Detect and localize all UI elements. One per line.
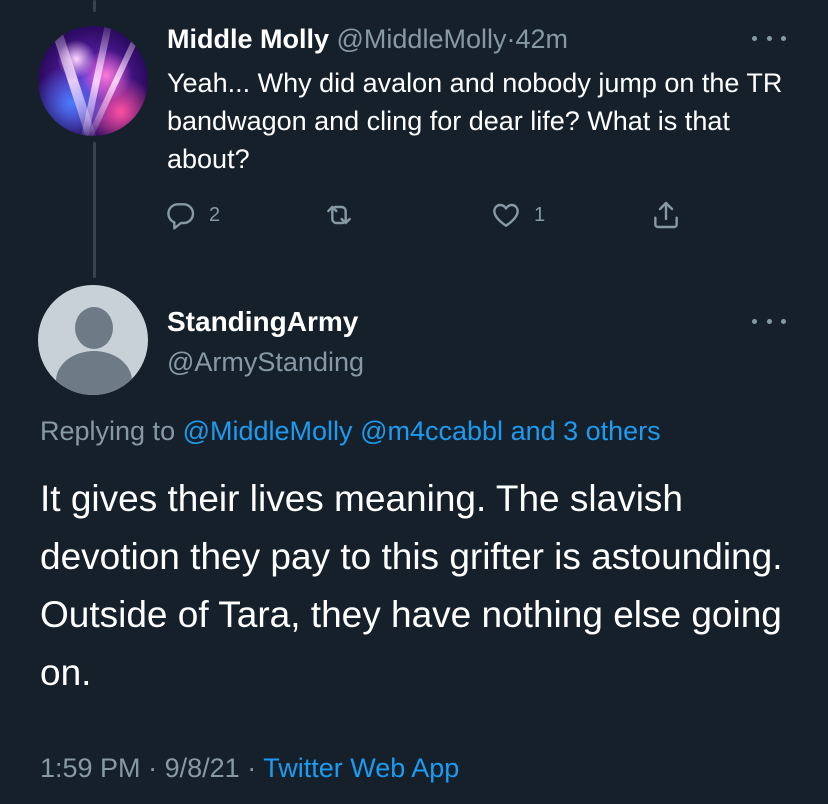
author-handle[interactable]: @MiddleMolly xyxy=(337,24,507,54)
tweet-time-ago[interactable]: 42m xyxy=(515,24,568,54)
main-tweet-text: It gives their lives meaning. The slavis… xyxy=(40,478,783,693)
others-link[interactable]: and 3 others xyxy=(511,416,661,446)
tweet-source[interactable]: Twitter Web App xyxy=(263,753,459,783)
mention-link[interactable]: @MiddleMolly xyxy=(183,416,353,446)
tweet-time[interactable]: 1:59 PM xyxy=(40,753,141,783)
retweet-icon xyxy=(327,205,351,225)
share-button[interactable] xyxy=(650,198,682,232)
more-icon[interactable] xyxy=(752,316,786,326)
author-name[interactable]: Middle Molly xyxy=(167,24,329,54)
reply-button[interactable]: 2 xyxy=(165,198,220,232)
like-button[interactable]: 1 xyxy=(490,198,545,232)
tweet-date[interactable]: 9/8/21 xyxy=(165,753,240,783)
more-icon[interactable] xyxy=(752,33,786,43)
avatar-middle-molly[interactable] xyxy=(38,26,148,136)
replying-prefix: Replying to xyxy=(40,416,176,446)
tweet-meta: 1:59 PM · 9/8/21 · Twitter Web App xyxy=(40,750,459,786)
reply-icon xyxy=(167,203,195,230)
reply-count: 2 xyxy=(209,203,221,226)
separator: · xyxy=(148,753,158,783)
like-count: 1 xyxy=(534,203,546,226)
replying-to: Replying to @MiddleMolly @m4ccabbl and 3… xyxy=(40,413,661,449)
tweet-actions: 2 1 xyxy=(165,198,705,232)
separator: · xyxy=(247,753,257,783)
mention-link[interactable]: @m4ccabbl xyxy=(360,416,503,446)
author-handle[interactable]: @ArmyStanding xyxy=(167,344,364,380)
tweet-thread: Middle Molly @MiddleMolly·42m Yeah... Wh… xyxy=(0,0,828,804)
like-icon xyxy=(493,203,519,227)
thread-line-top xyxy=(93,0,96,12)
avatar-standing-army[interactable] xyxy=(38,285,148,395)
reply-tweet-text: Yeah... Why did avalon and nobody jump o… xyxy=(167,68,783,174)
share-icon xyxy=(654,201,678,229)
reply-tweet-header: Middle Molly @MiddleMolly·42m xyxy=(167,22,568,56)
author-name[interactable]: StandingArmy xyxy=(167,304,358,340)
retweet-button[interactable] xyxy=(323,198,367,232)
thread-line xyxy=(93,142,96,278)
